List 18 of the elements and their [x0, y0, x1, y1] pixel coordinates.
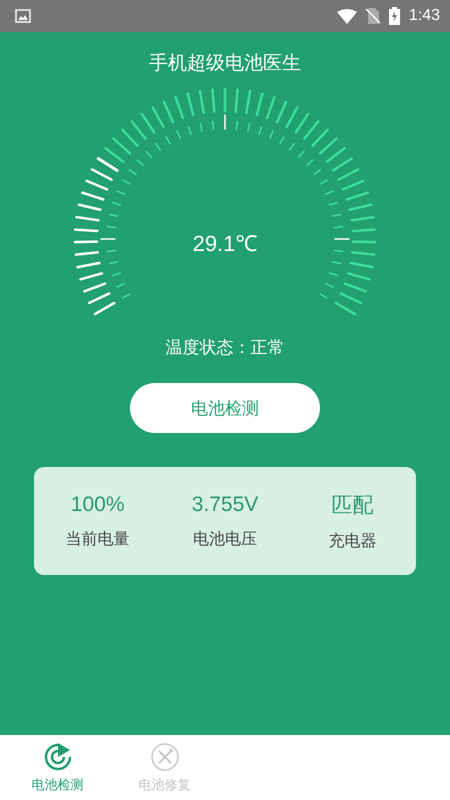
- stat-label: 充电器: [328, 530, 376, 552]
- nav-tab[interactable]: 电池修复: [117, 742, 212, 794]
- stat-label: 当前电量: [66, 528, 130, 550]
- battery-check-button[interactable]: 电池检测: [130, 383, 320, 433]
- temperature-reading: 29.1℃: [192, 230, 258, 257]
- stat-label: 电池电压: [192, 528, 257, 550]
- clock-time: 1:43: [408, 7, 440, 25]
- stat-value: 3.755V: [192, 492, 258, 516]
- image-icon: [15, 9, 31, 23]
- wifi-icon: [336, 8, 357, 24]
- temperature-status: 温度状态：正常: [166, 337, 284, 359]
- no-sim-icon: [366, 8, 380, 24]
- app-title: 手机超级电池医生: [149, 51, 301, 76]
- nav-tab[interactable]: 电池检测: [10, 742, 105, 794]
- stat-value: 100%: [70, 492, 125, 516]
- battery-charging-icon: [388, 7, 400, 25]
- radar-icon: [42, 742, 72, 772]
- stat-value: 匹配: [331, 492, 374, 518]
